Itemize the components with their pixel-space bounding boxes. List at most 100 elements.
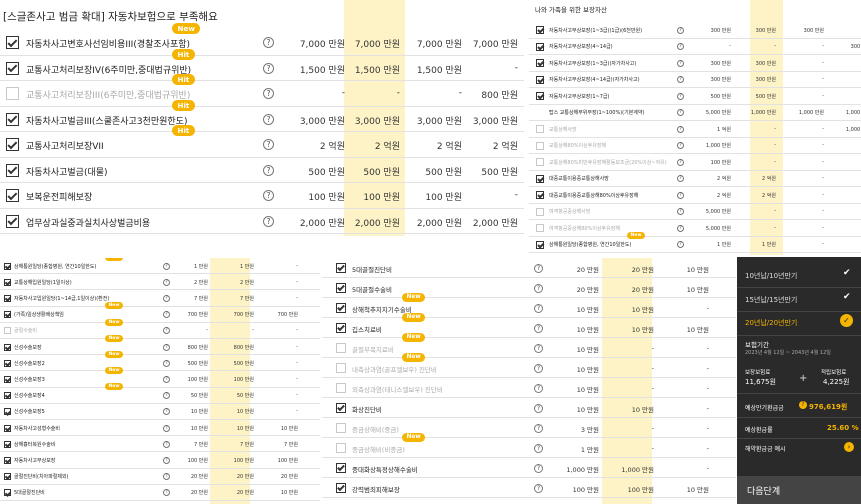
coverage-checkbox[interactable] — [4, 278, 11, 286]
help-icon[interactable]: ? — [263, 113, 274, 125]
coverage-checkbox[interactable] — [536, 92, 544, 101]
help-icon[interactable]: ? — [263, 88, 274, 100]
help-icon[interactable]: ? — [263, 215, 274, 227]
help-icon[interactable]: ? — [163, 262, 170, 270]
coverage-checkbox[interactable] — [4, 375, 11, 383]
coverage-checkbox[interactable] — [536, 125, 544, 134]
coverage-checkbox[interactable] — [336, 463, 346, 473]
coverage-checkbox[interactable] — [4, 489, 11, 497]
help-icon[interactable]: ? — [263, 139, 274, 151]
coverage-checkbox[interactable] — [336, 403, 346, 413]
coverage-checkbox[interactable] — [336, 363, 346, 373]
help-icon[interactable]: ? — [534, 463, 543, 473]
help-icon[interactable]: ? — [677, 142, 684, 150]
coverage-checkbox[interactable] — [536, 42, 544, 51]
help-icon[interactable]: ? — [163, 489, 170, 497]
help-icon[interactable]: ? — [677, 224, 684, 232]
coverage-checkbox[interactable] — [4, 424, 11, 432]
help-icon[interactable]: ? — [534, 343, 543, 353]
help-icon[interactable]: ? — [534, 403, 543, 413]
help-icon[interactable]: ? — [677, 43, 684, 51]
coverage-checkbox[interactable] — [4, 343, 11, 351]
help-icon[interactable]: ? — [534, 363, 543, 373]
coverage-checkbox[interactable] — [4, 262, 11, 270]
coverage-checkbox[interactable] — [336, 323, 346, 333]
coverage-checkbox[interactable] — [6, 112, 19, 126]
help-icon[interactable]: ? — [677, 191, 684, 199]
coverage-checkbox[interactable] — [536, 75, 544, 84]
period-option-10[interactable]: 10년납/10년만기 — [745, 271, 797, 281]
coverage-checkbox[interactable] — [536, 207, 544, 216]
help-icon[interactable]: ? — [677, 241, 684, 249]
coverage-checkbox[interactable] — [336, 263, 346, 273]
help-icon[interactable]: ? — [163, 343, 170, 351]
help-icon[interactable]: ? — [163, 294, 170, 302]
help-icon[interactable]: ? — [163, 456, 170, 464]
coverage-checkbox[interactable] — [4, 311, 11, 319]
coverage-checkbox[interactable] — [536, 141, 544, 150]
help-icon[interactable]: ? — [263, 190, 274, 202]
help-icon[interactable]: ? — [163, 424, 170, 432]
help-icon[interactable]: ? — [534, 443, 543, 453]
refund-example-link[interactable]: 해약환급금 예시 — [745, 444, 786, 453]
help-icon[interactable]: ? — [263, 37, 274, 49]
help-icon[interactable]: ? — [534, 423, 543, 433]
period-option-20[interactable]: 20년납/20년만기 — [745, 318, 797, 328]
coverage-checkbox[interactable] — [6, 87, 19, 101]
help-icon[interactable]: ? — [163, 375, 170, 383]
help-icon[interactable]: ? — [677, 125, 684, 133]
coverage-checkbox[interactable] — [4, 440, 11, 448]
coverage-checkbox[interactable] — [536, 26, 544, 35]
help-icon[interactable]: ? — [163, 359, 170, 367]
coverage-checkbox[interactable] — [336, 383, 346, 393]
coverage-checkbox[interactable] — [4, 473, 11, 481]
help-icon[interactable]: ? — [163, 311, 170, 319]
help-icon[interactable]: ? — [534, 483, 543, 493]
help-icon[interactable]: ? — [163, 278, 170, 286]
help-icon[interactable]: ? — [263, 62, 274, 74]
coverage-checkbox[interactable] — [336, 483, 346, 493]
help-icon[interactable]: ? — [163, 408, 170, 416]
coverage-checkbox[interactable] — [536, 59, 544, 68]
coverage-checkbox[interactable] — [336, 443, 346, 453]
coverage-checkbox[interactable] — [536, 240, 544, 249]
coverage-checkbox[interactable] — [536, 158, 544, 167]
period-option-15[interactable]: 15년납/15년만기 — [745, 295, 797, 305]
help-icon[interactable]: ? — [677, 59, 684, 67]
coverage-checkbox[interactable] — [6, 36, 19, 50]
coverage-checkbox[interactable] — [536, 174, 544, 183]
coverage-checkbox[interactable] — [4, 294, 11, 302]
coverage-checkbox[interactable] — [4, 327, 11, 335]
help-icon[interactable]: ? — [163, 392, 170, 400]
help-icon[interactable]: ? — [677, 26, 684, 34]
coverage-checkbox[interactable] — [336, 283, 346, 293]
help-icon[interactable]: ? — [677, 158, 684, 166]
coverage-checkbox[interactable] — [336, 343, 346, 353]
coverage-checkbox[interactable] — [6, 189, 19, 203]
help-icon[interactable]: ? — [534, 283, 543, 293]
coverage-checkbox[interactable] — [4, 456, 11, 464]
coverage-checkbox[interactable] — [6, 138, 19, 152]
help-icon[interactable]: ? — [677, 76, 684, 84]
coverage-checkbox[interactable] — [336, 423, 346, 433]
coverage-checkbox[interactable] — [6, 61, 19, 75]
coverage-checkbox[interactable] — [6, 163, 19, 177]
help-icon[interactable]: ? — [677, 109, 684, 117]
coverage-checkbox[interactable] — [536, 191, 544, 200]
chevron-right-icon[interactable]: › — [844, 442, 854, 452]
coverage-checkbox[interactable] — [4, 359, 11, 367]
coverage-checkbox[interactable] — [6, 214, 19, 228]
help-icon[interactable]: ? — [534, 263, 543, 273]
coverage-checkbox[interactable] — [4, 408, 11, 416]
coverage-checkbox[interactable] — [336, 303, 346, 313]
help-icon[interactable]: ? — [534, 323, 543, 333]
help-icon[interactable]: ? — [534, 383, 543, 393]
help-icon[interactable]: ? — [163, 440, 170, 448]
coverage-checkbox[interactable] — [536, 224, 544, 233]
help-icon[interactable]: ? — [163, 473, 170, 481]
help-icon[interactable]: ? — [677, 208, 684, 216]
coverage-checkbox[interactable] — [4, 392, 11, 400]
help-icon[interactable]: ? — [163, 327, 170, 335]
help-icon[interactable]: ? — [677, 92, 684, 100]
help-icon[interactable]: ? — [263, 164, 274, 176]
